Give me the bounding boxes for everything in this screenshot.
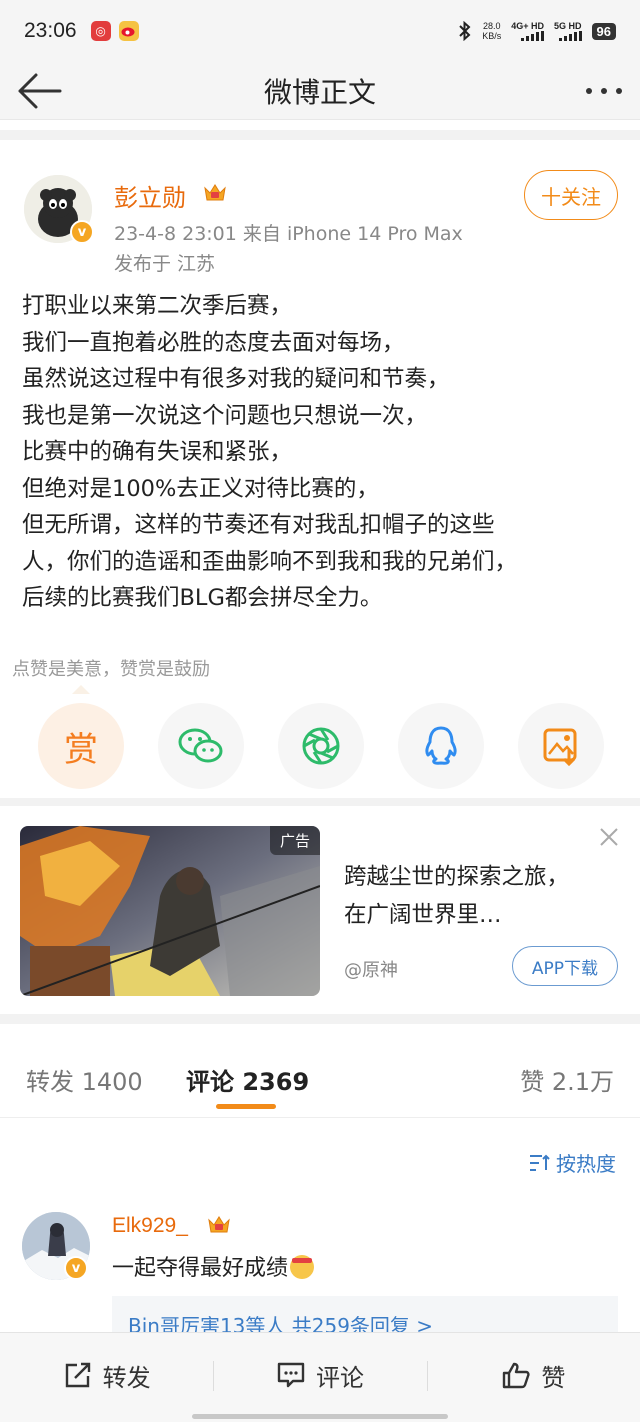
- comment-text: 一起夺得最好成绩: [112, 1250, 315, 1282]
- post-line: 但无所谓，这样的节奏还有对我乱扣帽子的这些: [22, 512, 495, 538]
- post-line: 我们一直抱着必胜的态度去面对每场，: [22, 329, 405, 356]
- tip-caret: [72, 685, 90, 694]
- follow-button[interactable]: 十关注: [524, 170, 618, 220]
- post-line: 我也是第一次说这个问题也只想说一次，: [22, 402, 428, 429]
- comment-label: 评论: [315, 1363, 364, 1392]
- image-download-icon: [543, 728, 577, 766]
- fighting-emoji-icon: [290, 1255, 315, 1279]
- post-line: 打职业以来第二次季后赛，: [22, 293, 293, 319]
- save-image-button[interactable]: [518, 703, 604, 789]
- battery-indicator: 96: [591, 22, 616, 40]
- status-indicators: 28.0 KB/s 4G+ HD 5G HD 96: [458, 21, 616, 41]
- reward-label: 赏: [64, 729, 98, 770]
- app-download-button[interactable]: APP下载: [512, 946, 618, 986]
- post-meta: 23-4-8 23:01 来自 iPhone 14 Pro Max: [114, 223, 463, 245]
- ad-card[interactable]: 广告 跨越尘世的探索之旅，在广阔世界里… @原神 APP下载: [0, 798, 640, 1024]
- qq-penguin-icon: [425, 726, 457, 765]
- status-bar: 23:06 ◎ 28.0 KB/s 4G+ HD 5G HD 96: [0, 0, 640, 62]
- post-line: 人，你们的造谣和歪曲影响不到我和我的兄弟们，: [22, 548, 518, 575]
- repost-icon: [65, 1362, 90, 1388]
- bluetooth-icon: [459, 21, 471, 41]
- reward-button[interactable]: 赏: [38, 703, 124, 789]
- close-icon[interactable]: [598, 826, 620, 848]
- tab-likes[interactable]: 赞 2.1万: [520, 1062, 614, 1097]
- nav-bar: 微博正文: [0, 62, 640, 120]
- sort-label: 按热度: [556, 1152, 616, 1176]
- repost-button[interactable]: 转发: [0, 1333, 213, 1423]
- home-indicator[interactable]: [192, 1414, 448, 1419]
- moments-aperture-icon: [302, 727, 340, 765]
- more-dot-icon: [586, 88, 592, 94]
- ad-source[interactable]: @原神: [344, 956, 398, 982]
- sort-toggle[interactable]: 按热度: [528, 1148, 616, 1177]
- back-arrow-icon: [18, 73, 62, 109]
- post-body: 打职业以来第二次季后赛， 我们一直抱着必胜的态度去面对每场， 虽然说这过程中有很…: [22, 288, 622, 617]
- interaction-tabs: 转发 1400 评论 2369 赞 2.1万: [0, 1034, 640, 1118]
- post-location: 发布于 江苏: [114, 253, 216, 275]
- post-line: 但绝对是100%去正义对待比赛的，: [22, 475, 379, 502]
- more-options-button[interactable]: [586, 76, 622, 106]
- net-speed: 28.0 KB/s: [482, 21, 502, 41]
- netease-music-icon: ◎: [90, 21, 111, 41]
- status-time: 23:06: [24, 19, 77, 42]
- comment-button[interactable]: 评论: [213, 1333, 426, 1423]
- wechat-icon: [178, 728, 223, 763]
- weibo-icon: [118, 21, 139, 41]
- vip-crown-icon: [204, 184, 226, 201]
- signal-5g: 5G HD: [554, 21, 582, 41]
- post-line: 后续的比赛我们BLG都会拼尽全力。: [22, 585, 383, 611]
- post-line: 比赛中的确有失误和紧张，: [22, 439, 293, 465]
- comment-item: v Elk929_ 一起夺得最好成绩 Bin哥厉害13等人 共259条回复 >: [0, 1190, 640, 1342]
- repost-label: 转发: [102, 1363, 151, 1392]
- verified-badge-icon: v: [64, 1256, 88, 1280]
- page-title: 微博正文: [263, 75, 376, 109]
- author-name[interactable]: 彭立勋: [114, 178, 186, 213]
- verified-badge-icon: v: [70, 220, 94, 244]
- share-wechat-button[interactable]: [158, 703, 244, 789]
- share-row: 赏: [38, 703, 604, 789]
- post-line: 虽然说这过程中有很多对我的疑问和节奏，: [22, 366, 450, 392]
- reward-tip-label: 点赞是美意，赞赏是鼓励: [12, 659, 210, 680]
- back-button[interactable]: [16, 70, 64, 112]
- like-label: 赞: [541, 1363, 566, 1392]
- ad-tag: 广告: [269, 826, 320, 855]
- share-qq-button[interactable]: [398, 703, 484, 789]
- like-button[interactable]: 赞: [426, 1333, 640, 1423]
- thumbs-up-icon: [503, 1362, 530, 1389]
- status-app-icons: ◎: [90, 21, 139, 41]
- tab-comments[interactable]: 评论 2369: [186, 1062, 309, 1097]
- vip-crown-icon: [208, 1216, 230, 1233]
- ad-title[interactable]: 跨越尘世的探索之旅，在广阔世界里…: [344, 858, 584, 934]
- ad-image[interactable]: 广告: [20, 826, 320, 996]
- bottom-action-bar: 转发 评论 赞: [0, 1332, 640, 1422]
- active-tab-indicator: [216, 1104, 276, 1109]
- signal-4g: 4G+ HD: [511, 21, 545, 41]
- post-card: v 彭立勋 23-4-8 23:01 来自 iPhone 14 Pro Max …: [0, 130, 640, 798]
- sort-icon: [530, 1154, 550, 1171]
- commenter-name[interactable]: Elk929_: [112, 1214, 188, 1238]
- tab-reposts[interactable]: 转发 1400: [26, 1062, 143, 1097]
- comment-icon: [277, 1362, 305, 1388]
- share-moments-button[interactable]: [278, 703, 364, 789]
